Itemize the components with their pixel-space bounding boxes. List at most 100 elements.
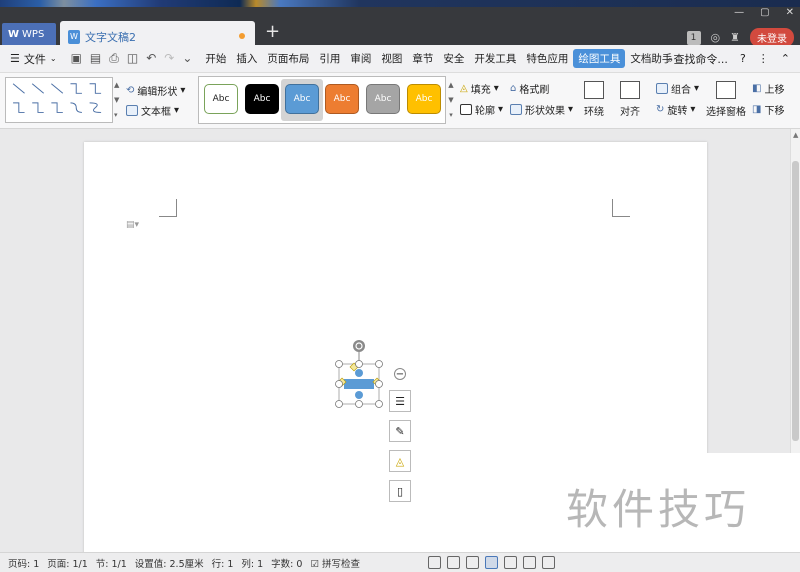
- pen-icon: ✎: [395, 424, 405, 438]
- style-swatch-3[interactable]: Abc: [325, 84, 359, 114]
- shirt-icon[interactable]: ♜: [730, 31, 740, 44]
- chevron-down-icon: ▾: [493, 83, 499, 94]
- frame-icon: ▯: [396, 484, 404, 498]
- lines-gallery-scroll[interactable]: ▲ ▼ ▾: [114, 78, 119, 123]
- wps-app-tab[interactable]: W WPS: [2, 23, 56, 45]
- redo-icon[interactable]: ↷: [164, 51, 174, 66]
- menu-tab-insert[interactable]: 插入: [231, 49, 262, 68]
- send-backward-button[interactable]: ◨ 下移: [752, 102, 784, 117]
- chevron-down-icon: ▾: [174, 105, 180, 116]
- menu-tab-page-layout[interactable]: 页面布局: [262, 49, 314, 68]
- menu-tab-references[interactable]: 引用: [314, 49, 345, 68]
- shape-effect-button[interactable]: 形状效果 ▾: [510, 102, 573, 117]
- menu-tab-security[interactable]: 安全: [438, 49, 469, 68]
- save-icon[interactable]: ▣: [71, 51, 82, 66]
- text-box-button[interactable]: 文本框 ▾: [126, 103, 179, 118]
- status-word-count[interactable]: 字数: 0: [271, 556, 302, 570]
- collapse-ribbon-icon[interactable]: ⌃: [781, 52, 790, 65]
- format-painter-button[interactable]: ⌂ 格式刷: [510, 81, 549, 96]
- bring-forward-button[interactable]: ◧ 上移: [752, 81, 784, 96]
- hamburger-icon: ☰: [10, 52, 20, 65]
- status-section: 节: 1/1: [95, 558, 127, 570]
- paragraph-menu-icon[interactable]: ▤▾: [126, 220, 139, 230]
- skin-icon[interactable]: ◎: [711, 31, 721, 44]
- web-view-icon[interactable]: [523, 556, 536, 569]
- edit-shape-button[interactable]: ⟲ 编辑形状 ▾: [126, 83, 185, 98]
- undo-icon[interactable]: ↶: [146, 51, 156, 66]
- style-swatch-1[interactable]: Abc: [245, 84, 279, 114]
- edit-shape-icon: ⟲: [126, 85, 135, 96]
- scroll-thumb[interactable]: [792, 161, 799, 441]
- new-tab-button[interactable]: +: [265, 21, 280, 42]
- style-swatch-2[interactable]: Abc: [285, 84, 319, 114]
- layout-options-button[interactable]: ☰: [389, 390, 411, 412]
- print-preview-icon[interactable]: ◫: [127, 51, 138, 66]
- document-icon: W: [68, 29, 80, 44]
- selected-shape[interactable]: [330, 340, 385, 410]
- style-swatch-label: Abc: [212, 94, 230, 104]
- edit-pen-icon[interactable]: [466, 556, 479, 569]
- watermark-text: 软件技巧: [566, 485, 751, 534]
- menu-tab-developer[interactable]: 开发工具: [469, 49, 521, 68]
- unsaved-dot-icon: [239, 33, 245, 39]
- style-swatch-5[interactable]: Abc: [407, 84, 441, 114]
- menu-tab-special[interactable]: 特色应用: [521, 49, 573, 68]
- titlebar-right-tools: 1 ◎ ♜ 未登录: [686, 14, 794, 47]
- shape-frame-button[interactable]: ▯: [389, 480, 411, 502]
- file-menu[interactable]: ☰ 文件 ⌄: [0, 51, 63, 67]
- wps-logo-icon: W: [8, 28, 20, 40]
- fullscreen-icon[interactable]: [428, 556, 441, 569]
- format-painter-icon: ⌂: [510, 83, 517, 94]
- open-icon[interactable]: ▤: [90, 51, 101, 66]
- search-command-label: 查找命令...: [673, 52, 728, 66]
- outline-icon: [460, 104, 472, 115]
- more-chevron-icon[interactable]: ⌄: [182, 51, 192, 66]
- chevron-down-icon: ⌄: [49, 54, 57, 63]
- text-box-icon: [126, 105, 138, 116]
- fill-button[interactable]: ◬ 填充 ▾: [460, 81, 499, 96]
- file-menu-label: 文件: [23, 52, 46, 66]
- shape-effect-icon: [510, 104, 522, 115]
- menu-bar: ☰ 文件 ⌄ ▣ ▤ ⎙ ◫ ↶ ↷ ⌄ 开始 插入 页面布局 引用 审阅 视图…: [0, 45, 800, 73]
- selection-pane-button[interactable]: 选择窗格: [706, 81, 746, 118]
- help-button[interactable]: ?: [740, 52, 746, 65]
- collapse-toolbar-icon[interactable]: −: [394, 368, 406, 380]
- outline-pen-button[interactable]: ✎: [389, 420, 411, 442]
- menu-tab-view[interactable]: 视图: [376, 49, 407, 68]
- style-swatch-4[interactable]: Abc: [366, 84, 400, 114]
- print-icon[interactable]: ⎙: [109, 51, 119, 66]
- eye-protection-icon[interactable]: [542, 556, 555, 569]
- menu-tab-section[interactable]: 章节: [407, 49, 438, 68]
- styles-gallery-scroll[interactable]: ▲ ▼ ▾: [446, 78, 456, 122]
- spell-check-button[interactable]: ☑ 拼写检查: [310, 556, 360, 570]
- wrap-button[interactable]: 环绕: [584, 81, 604, 118]
- search-command[interactable]: ⌕查找命令...: [667, 51, 728, 67]
- selection-pane-icon: [716, 81, 736, 99]
- floating-shape-toolbar: − ☰ ✎ ◬ ▯: [389, 368, 411, 502]
- menu-tab-drawing-tools[interactable]: 绘图工具: [573, 49, 626, 68]
- line-shapes-gallery[interactable]: [5, 77, 113, 123]
- menu-tab-home[interactable]: 开始: [200, 49, 231, 68]
- style-swatch-0[interactable]: Abc: [204, 84, 238, 114]
- menu-tab-review[interactable]: 审阅: [345, 49, 376, 68]
- rotate-icon: ↻: [656, 104, 665, 115]
- status-page-number[interactable]: 页码: 1: [8, 556, 39, 570]
- page-view-icon[interactable]: [485, 556, 498, 569]
- bring-forward-label: 上移: [764, 85, 785, 96]
- group-button[interactable]: 组合 ▾: [656, 81, 699, 96]
- rotate-button[interactable]: ↻ 旋转 ▾: [656, 102, 695, 117]
- align-button[interactable]: 对齐: [620, 81, 640, 118]
- outline-button[interactable]: 轮廓 ▾: [460, 102, 503, 117]
- title-bar: — ▢ ✕ W WPS W 文字文稿2 + 1 ◎ ♜ 未登录: [0, 7, 800, 52]
- fill-color-button[interactable]: ◬: [389, 450, 411, 472]
- reading-mode-icon[interactable]: [447, 556, 460, 569]
- margin-corner-top-left: [159, 199, 177, 217]
- wps-app-label: WPS: [22, 28, 45, 40]
- rotate-label: 旋转: [667, 106, 688, 117]
- outline-view-icon[interactable]: [504, 556, 517, 569]
- wrap-label: 环绕: [584, 107, 604, 118]
- scroll-up-icon[interactable]: ▲: [793, 131, 798, 139]
- window-count-badge[interactable]: 1: [686, 30, 701, 45]
- more-options-icon[interactable]: ⋮: [758, 52, 769, 65]
- shape-effect-label: 形状效果: [525, 106, 565, 117]
